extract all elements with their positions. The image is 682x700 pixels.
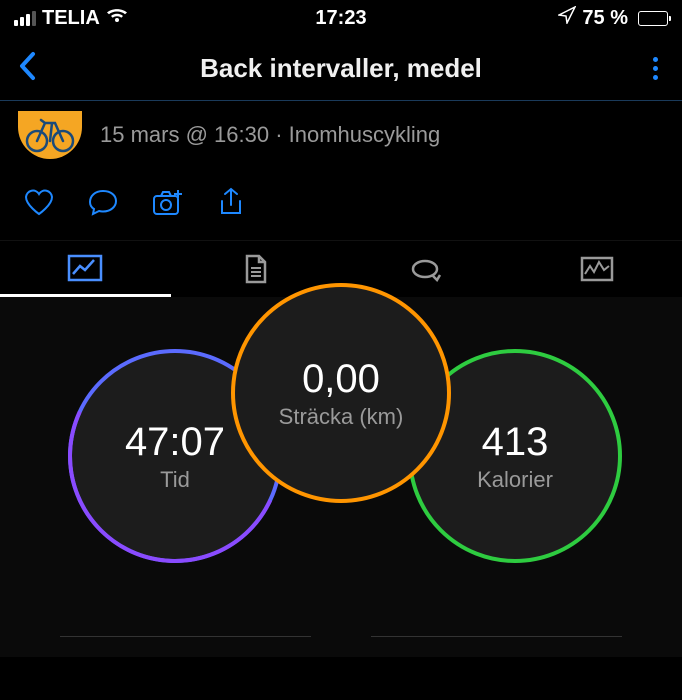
carrier-label: TELIA [42,7,100,30]
nav-bar: Back intervaller, medel [0,36,682,100]
status-left: TELIA [14,7,128,30]
document-icon [243,254,269,284]
status-bar: TELIA 17:23 75 % [0,0,682,36]
loop-icon [409,256,443,282]
status-time: 17:23 [315,7,366,30]
camera-plus-icon [152,188,184,216]
photo-button[interactable] [152,188,184,221]
chart-icon [580,256,614,282]
comment-button[interactable] [88,188,118,221]
metric-dividers [60,636,622,637]
metric-distance-label: Sträcka (km) [279,404,404,430]
share-icon [218,187,244,217]
heart-icon [24,188,54,216]
tab-charts[interactable] [512,241,682,297]
battery-percent: 75 % [582,7,628,30]
action-row [0,173,682,240]
battery-icon [634,11,668,26]
location-icon [558,6,576,30]
comment-icon [88,188,118,216]
back-button[interactable] [18,51,38,86]
metric-distance[interactable]: 0,00 Sträcka (km) [231,283,451,503]
activity-avatar[interactable] [18,111,82,159]
wifi-icon [106,7,128,30]
metric-calories-value: 413 [482,420,549,465]
activity-header: 15 mars @ 16:30 · Inomhuscykling [0,100,682,173]
page-title: Back intervaller, medel [200,53,482,84]
activity-meta: 15 mars @ 16:30 · Inomhuscykling [100,122,440,148]
tab-overview[interactable] [0,241,171,297]
metric-time-value: 47:07 [125,420,225,465]
overview-icon [67,254,103,282]
status-right: 75 % [558,6,668,30]
metric-time-label: Tid [160,467,190,493]
share-button[interactable] [218,187,244,222]
more-button[interactable] [647,51,664,86]
signal-icon [14,11,36,26]
metric-calories-label: Kalorier [477,467,553,493]
metric-distance-value: 0,00 [302,357,380,402]
metrics-panel: 47:07 Tid 413 Kalorier 0,00 Sträcka (km) [0,297,682,657]
bicycle-icon [25,117,75,153]
like-button[interactable] [24,188,54,221]
